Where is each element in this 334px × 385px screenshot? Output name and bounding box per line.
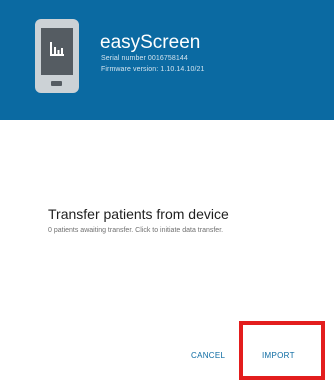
transfer-patients-screen: easyScreen Serial number 0016758144 Firm… (0, 0, 334, 385)
app-title: easyScreen (100, 32, 201, 53)
device-screen (41, 28, 73, 75)
device-home-button (51, 81, 62, 86)
dialog-message: 0 patients awaiting transfer. Click to i… (48, 227, 224, 234)
device-header: easyScreen Serial number 0016758144 Firm… (0, 0, 334, 120)
dialog-title: Transfer patients from device (48, 206, 229, 222)
firmware-version: Firmware version: 1.10.14.10/21 (101, 66, 205, 73)
serial-number: Serial number 0016758144 (101, 55, 188, 62)
import-button[interactable]: IMPORT (262, 352, 295, 360)
tablet-device-icon (35, 19, 79, 93)
bar-chart-icon (50, 42, 64, 56)
cancel-button[interactable]: CANCEL (191, 352, 225, 360)
